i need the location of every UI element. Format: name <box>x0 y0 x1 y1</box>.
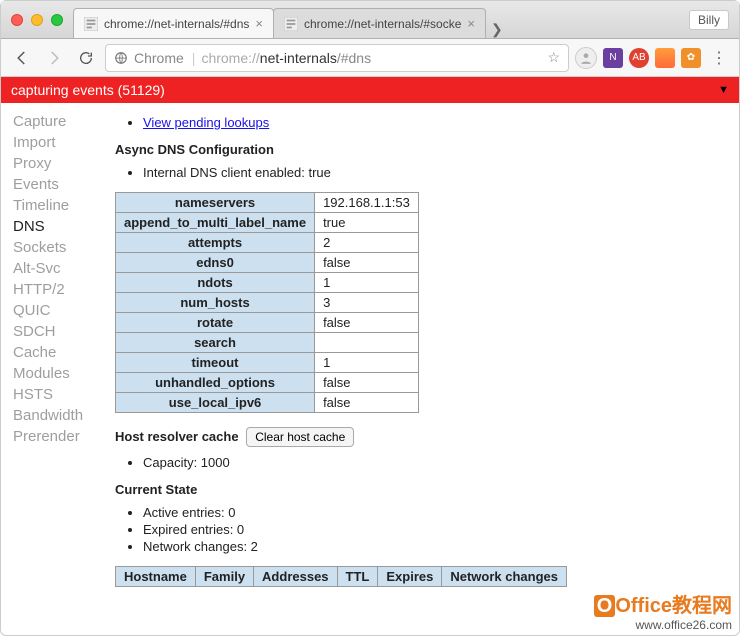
resolver-entries-table: HostnameFamilyAddressesTTLExpiresNetwork… <box>115 566 567 587</box>
sidebar-item-modules[interactable]: Modules <box>13 365 101 382</box>
cache-capacity: Capacity: 1000 <box>143 455 725 470</box>
sidebar-item-cache[interactable]: Cache <box>13 344 101 361</box>
config-key: timeout <box>116 353 315 373</box>
config-key: attempts <box>116 233 315 253</box>
async-dns-heading: Async DNS Configuration <box>115 142 725 157</box>
back-button[interactable] <box>9 45 35 71</box>
current-state-heading: Current State <box>115 482 725 497</box>
config-value: 2 <box>315 233 419 253</box>
capture-bar-toggle-icon[interactable]: ▼ <box>718 84 729 96</box>
account-icon[interactable] <box>575 47 597 69</box>
config-value: true <box>315 213 419 233</box>
sidebar-nav: Capture Import Proxy Events Timeline DNS Socke… <box>1 103 101 637</box>
reload-button[interactable] <box>73 45 99 71</box>
tab-close-icon[interactable]: × <box>467 16 475 31</box>
capture-status-bar[interactable]: capturing events (51129) ▼ <box>1 77 739 103</box>
sidebar-item-import[interactable]: Import <box>13 134 101 151</box>
clear-host-cache-button[interactable]: Clear host cache <box>246 427 354 447</box>
window-titlebar: chrome://net-internals/#dns × chrome://n… <box>1 1 739 39</box>
url-label: Chrome <box>134 50 184 66</box>
page-favicon-icon <box>284 17 298 31</box>
config-value: false <box>315 253 419 273</box>
sidebar-item-capture[interactable]: Capture <box>13 113 101 130</box>
config-key: nameservers <box>116 193 315 213</box>
close-window-button[interactable] <box>11 14 23 26</box>
resolver-cache-heading: Host resolver cache Clear host cache <box>115 427 725 447</box>
bookmark-star-icon[interactable]: ☆ <box>547 49 560 66</box>
new-tab-button[interactable]: ❯ <box>491 21 503 38</box>
capture-status-text: capturing events (51129) <box>11 82 165 98</box>
config-value: 192.168.1.1:53 <box>315 193 419 213</box>
profile-button[interactable]: Billy <box>689 10 729 30</box>
config-key: num_hosts <box>116 293 315 313</box>
config-key: append_to_multi_label_name <box>116 213 315 233</box>
sidebar-item-bandwidth[interactable]: Bandwidth <box>13 407 101 424</box>
url-text: chrome://net-internals/#dns <box>201 50 371 66</box>
internal-client-status: Internal DNS client enabled: true <box>143 165 725 180</box>
config-value <box>315 333 419 353</box>
sidebar-item-hsts[interactable]: HSTS <box>13 386 101 403</box>
extension-onenote-icon[interactable]: N <box>603 48 623 68</box>
maximize-window-button[interactable] <box>51 14 63 26</box>
tab-inactive[interactable]: chrome://net-internals/#socke × <box>273 8 486 38</box>
sidebar-item-sockets[interactable]: Sockets <box>13 239 101 256</box>
chrome-menu-button[interactable]: ⋮ <box>707 48 731 68</box>
tab-strip: chrome://net-internals/#dns × chrome://n… <box>73 1 503 38</box>
dns-config-table: nameservers192.168.1.1:53append_to_multi… <box>115 192 419 413</box>
address-bar[interactable]: Chrome | chrome://net-internals/#dns ☆ <box>105 44 569 72</box>
state-item: Network changes: 2 <box>143 539 725 554</box>
watermark-url: www.office26.com <box>594 618 732 632</box>
sidebar-item-altsvc[interactable]: Alt-Svc <box>13 260 101 277</box>
sidebar-item-quic[interactable]: QUIC <box>13 302 101 319</box>
tab-title: chrome://net-internals/#socke <box>304 17 461 31</box>
table-header: Addresses <box>254 567 337 587</box>
config-value: false <box>315 373 419 393</box>
extension-adblock-icon[interactable]: AB <box>629 48 649 68</box>
sidebar-item-timeline[interactable]: Timeline <box>13 197 101 214</box>
sidebar-item-prerender[interactable]: Prerender <box>13 428 101 445</box>
extension-icon[interactable]: ✿ <box>681 48 701 68</box>
config-value: 3 <box>315 293 419 313</box>
main-panel: View pending lookups Async DNS Configura… <box>101 103 739 637</box>
sidebar-item-sdch[interactable]: SDCH <box>13 323 101 340</box>
table-header: Family <box>195 567 253 587</box>
table-header: Network changes <box>442 567 567 587</box>
config-key: search <box>116 333 315 353</box>
sidebar-item-events[interactable]: Events <box>13 176 101 193</box>
config-key: use_local_ipv6 <box>116 393 315 413</box>
config-value: false <box>315 393 419 413</box>
forward-button[interactable] <box>41 45 67 71</box>
state-item: Expired entries: 0 <box>143 522 725 537</box>
watermark-brand: OOffice教程网 <box>594 594 732 618</box>
config-key: edns0 <box>116 253 315 273</box>
tab-close-icon[interactable]: × <box>255 16 263 31</box>
tab-active[interactable]: chrome://net-internals/#dns × <box>73 8 274 38</box>
watermark: OOffice教程网 www.office26.com <box>594 594 732 632</box>
config-key: ndots <box>116 273 315 293</box>
sidebar-item-http2[interactable]: HTTP/2 <box>13 281 101 298</box>
window-controls <box>11 14 63 26</box>
pending-lookups-link[interactable]: View pending lookups <box>143 115 269 130</box>
config-value: 1 <box>315 273 419 293</box>
config-value: false <box>315 313 419 333</box>
site-info-icon[interactable] <box>114 51 128 65</box>
config-key: rotate <box>116 313 315 333</box>
minimize-window-button[interactable] <box>31 14 43 26</box>
table-header: TTL <box>337 567 378 587</box>
extension-icon[interactable] <box>655 48 675 68</box>
tab-title: chrome://net-internals/#dns <box>104 17 249 31</box>
config-key: unhandled_options <box>116 373 315 393</box>
content-area: Capture Import Proxy Events Timeline DNS Socke… <box>1 103 739 637</box>
sidebar-item-dns[interactable]: DNS <box>13 218 101 235</box>
browser-toolbar: Chrome | chrome://net-internals/#dns ☆ N… <box>1 39 739 77</box>
page-favicon-icon <box>84 17 98 31</box>
config-value: 1 <box>315 353 419 373</box>
table-header: Hostname <box>116 567 196 587</box>
table-header: Expires <box>378 567 442 587</box>
sidebar-item-proxy[interactable]: Proxy <box>13 155 101 172</box>
state-item: Active entries: 0 <box>143 505 725 520</box>
